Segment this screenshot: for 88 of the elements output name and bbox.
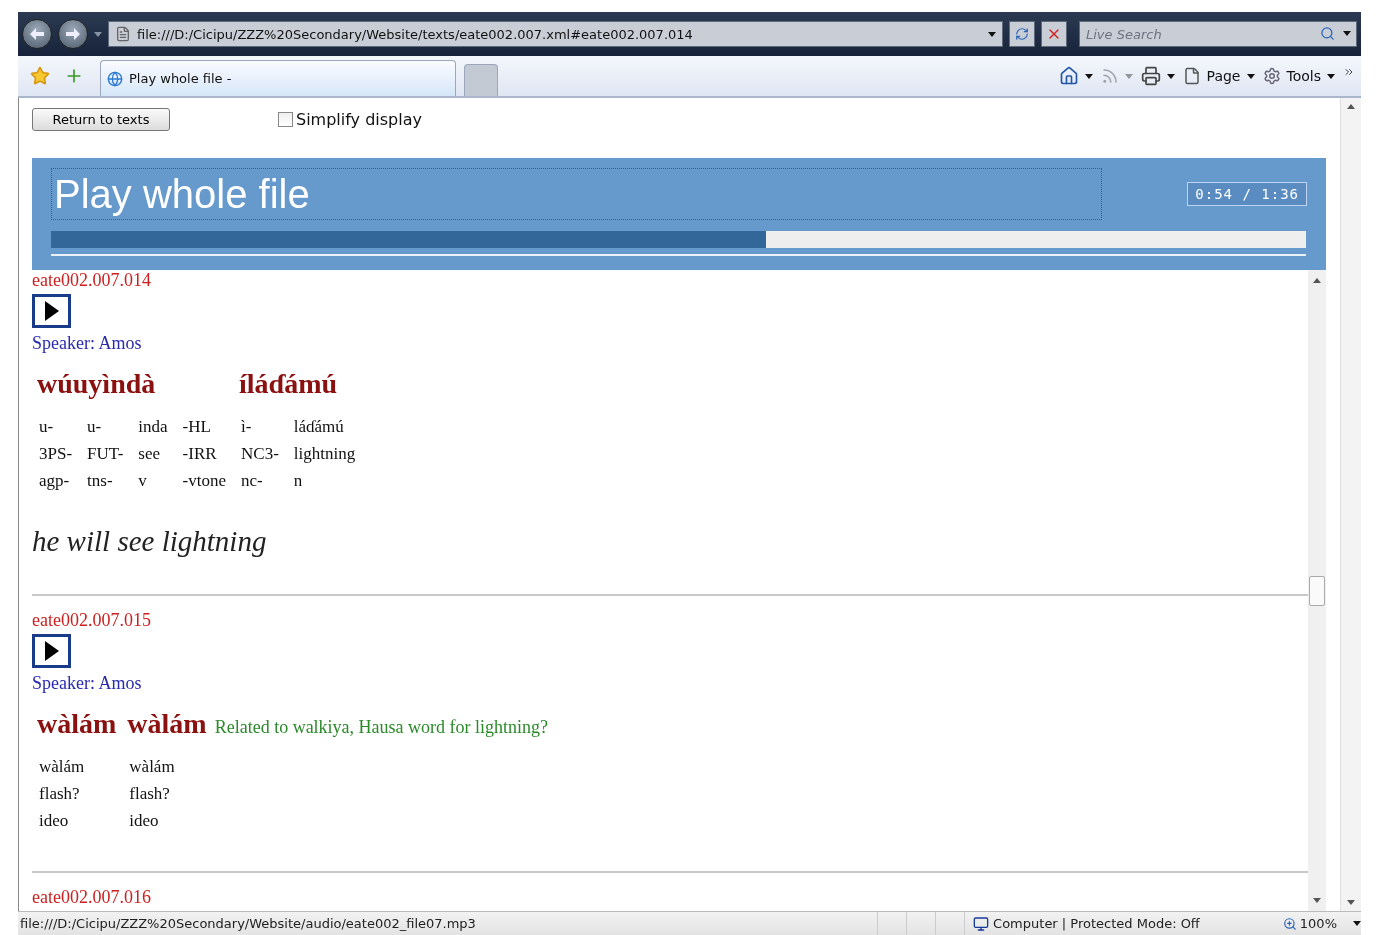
history-caret-icon[interactable] [94, 31, 102, 37]
gloss-cell-text: lightning [292, 443, 357, 465]
gloss-cell-text: NC3- [240, 443, 280, 465]
address-text: file:///D:/Cicipu/ZZZ%20Secondary/Website/texts/eate002.007.xml#eate002.007.014 [137, 26, 694, 42]
caret-icon[interactable] [1246, 73, 1255, 79]
gloss-cell-text: FUT- [86, 443, 125, 465]
word-note: Related to walkiya, Hausa word for lightning? [214, 716, 549, 739]
address-field[interactable]: file:///D:/Cicipu/ZZZ%20Secondary/Website/texts/eate002.007.xml#eate002.007.014 [108, 21, 1003, 47]
star-icon[interactable] [30, 66, 50, 86]
gloss-cell-text: ì- [240, 416, 253, 438]
scrollbar[interactable] [1308, 270, 1326, 911]
forward-arrow-icon [66, 28, 80, 40]
browser-logo-icon [107, 70, 123, 87]
search-icon[interactable] [1320, 26, 1335, 41]
back-arrow-icon [30, 28, 44, 40]
play-button[interactable] [32, 634, 71, 668]
computer-icon [973, 915, 990, 932]
gloss-cell-text: ideo [38, 810, 70, 832]
player-title: Play whole file [51, 168, 1102, 220]
gloss-cell-text: láɗámú [292, 416, 345, 438]
scroll-up-arrow-icon[interactable] [1313, 278, 1321, 283]
word-form: wúuyìndà [36, 368, 157, 401]
checkbox-label[interactable]: Simplify display [296, 109, 422, 129]
refresh-button[interactable] [1009, 21, 1035, 47]
page-icon[interactable] [1182, 67, 1201, 85]
word-form: íláɗámú [238, 368, 339, 401]
gloss-cell-text: u- [86, 416, 103, 438]
progress-bar[interactable] [51, 231, 1306, 248]
caret-icon[interactable] [1084, 73, 1093, 79]
caret-icon[interactable] [1343, 31, 1351, 36]
gloss-cell-text: see [137, 443, 161, 465]
scroll-up-arrow-icon[interactable] [1347, 104, 1355, 109]
entry-reference: eate002.007.014 [32, 270, 152, 290]
gloss-cell-text: wàlám [128, 756, 176, 778]
printer-icon[interactable] [1140, 66, 1161, 86]
caret-icon[interactable] [988, 31, 996, 37]
gloss-cell-text: inda [137, 416, 169, 438]
zoom-level[interactable]: 100% [1299, 916, 1337, 931]
play-icon [44, 641, 59, 661]
gloss-cell-text: n [292, 470, 304, 492]
forward-button[interactable] [58, 19, 88, 49]
gear-icon[interactable] [1262, 67, 1281, 85]
scroll-down-arrow-icon[interactable] [1347, 900, 1355, 905]
refresh-icon [1015, 27, 1029, 41]
gloss-cell-text: -vtone [181, 470, 227, 492]
speaker-label: Speaker: Amos [32, 672, 143, 694]
gloss-cell-text: -IRR [181, 443, 218, 465]
document-icon [115, 26, 131, 42]
play-icon [44, 301, 59, 321]
tab[interactable]: Play whole file - [100, 60, 456, 96]
status-text: file:///D:/Cicipu/ZZZ%20Secondary/Website/audio/eate002_file07.mp3 [19, 916, 477, 931]
stop-button[interactable] [1041, 21, 1067, 47]
gloss-cell-text: wàlám [38, 756, 86, 778]
tab-label: Play whole file - [129, 71, 232, 86]
word-form: wàlám [36, 708, 118, 741]
gloss-cell-text: ideo [128, 810, 160, 832]
entry-reference: eate002.007.015 [32, 610, 152, 630]
entry-reference: eate002.007.016 [32, 887, 152, 907]
checkbox[interactable] [278, 111, 293, 127]
more-icon[interactable] [1343, 66, 1355, 78]
gloss-cell-text: nc- [240, 470, 264, 492]
caret-icon[interactable] [1353, 921, 1361, 926]
translation: he will see lightning [32, 525, 268, 558]
time-display: 0:54 / 1:36 [1187, 182, 1307, 206]
gloss-cell-text: flash? [128, 783, 171, 805]
word-form: wàlám [124, 708, 215, 754]
menu-label[interactable]: Tools [1286, 68, 1321, 84]
scroll-thumb[interactable] [1309, 575, 1325, 606]
return-button[interactable]: Return to texts [32, 107, 170, 131]
menu-label[interactable]: Page [1206, 68, 1241, 84]
speaker-label: Speaker: Amos [32, 332, 143, 354]
zone-text: Computer | Protected Mode: Off [993, 916, 1201, 931]
gloss-cell-text: -HL [181, 416, 212, 438]
caret-icon[interactable] [1166, 73, 1175, 79]
gloss-cell-text: v [137, 470, 148, 492]
gloss-cell-text: u- [38, 416, 55, 438]
gloss-cell-text: flash? [38, 783, 81, 805]
gloss-cell-text: tns- [86, 470, 114, 492]
play-button[interactable] [32, 294, 71, 328]
gloss-cell-text: 3PS- [38, 443, 74, 465]
caret-icon[interactable] [1327, 73, 1335, 79]
search-field[interactable]: Live Search [1079, 21, 1357, 47]
scroll-down-arrow-icon[interactable] [1313, 898, 1321, 903]
back-button[interactable] [22, 19, 52, 49]
home-icon[interactable] [1058, 66, 1079, 86]
gloss-cell-text: agp- [38, 470, 71, 492]
scrollbar[interactable] [1340, 98, 1361, 911]
zoom-icon[interactable] [1282, 916, 1297, 931]
